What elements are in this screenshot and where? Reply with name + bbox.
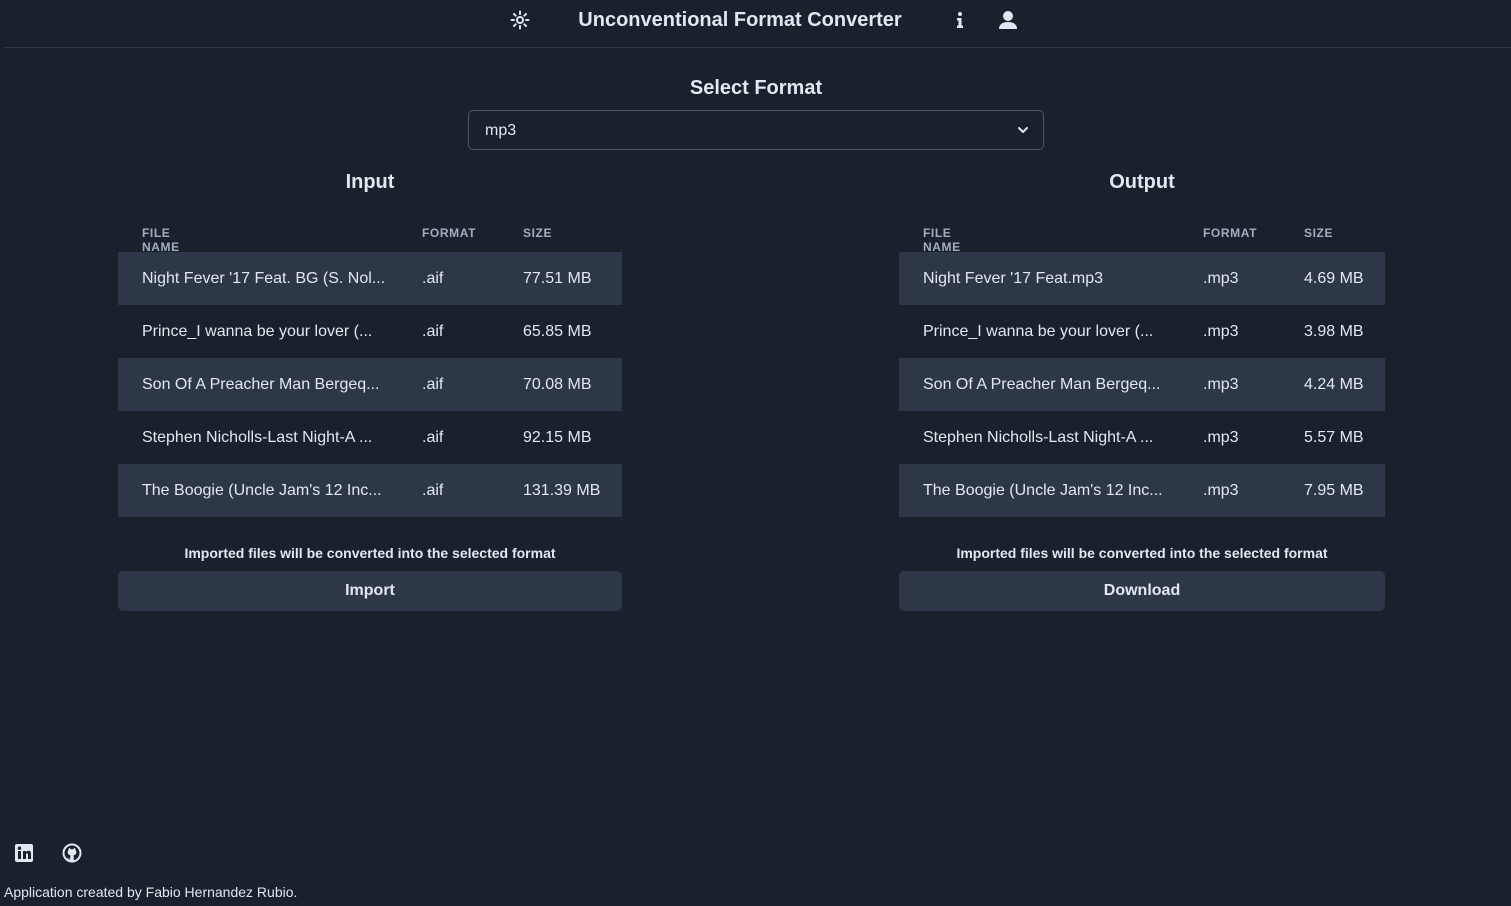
github-link[interactable] (62, 843, 82, 863)
file-size: 77.51 MB (523, 270, 592, 287)
file-name: Son Of A Preacher Man Bergeq... (923, 376, 1161, 393)
sun-icon (510, 10, 530, 30)
github-icon (62, 843, 82, 863)
table-row[interactable]: Night Fever '17 Feat. BG (S. Nol... .aif… (118, 252, 622, 305)
table-row[interactable]: The Boogie (Uncle Jam's 12 Inc... .aif 1… (118, 464, 622, 517)
file-size: 131.39 MB (523, 482, 601, 499)
credit-text: Application created by Fabio Hernandez R… (4, 884, 298, 900)
file-format: .mp3 (1203, 429, 1239, 446)
table-row[interactable]: Son Of A Preacher Man Bergeq... .aif 70.… (118, 358, 622, 411)
file-format: .aif (422, 323, 444, 340)
file-size: 3.98 MB (1304, 323, 1364, 340)
app-title: Unconventional Format Converter (578, 9, 902, 31)
table-row[interactable]: The Boogie (Uncle Jam's 12 Inc... .mp3 7… (899, 464, 1385, 517)
format-select[interactable]: mp3 (468, 110, 1044, 150)
table-row[interactable]: Prince_I wanna be your lover (... .mp3 3… (899, 305, 1385, 358)
file-name: Night Fever '17 Feat.mp3 (923, 270, 1104, 287)
file-name: Stephen Nicholls-Last Night-A ... (923, 429, 1154, 446)
chevron-down-icon (1018, 127, 1028, 133)
output-title: Output (1109, 171, 1175, 193)
download-button[interactable]: Download (899, 571, 1385, 611)
file-size: 7.95 MB (1304, 482, 1364, 499)
input-col-size: SIZE (523, 226, 553, 240)
theme-toggle-button[interactable] (510, 10, 530, 30)
output-col-file-name: FILE NAME (923, 226, 961, 254)
linkedin-icon (15, 844, 33, 862)
output-col-size: SIZE (1304, 226, 1334, 240)
file-size: 4.69 MB (1304, 270, 1364, 287)
app-header: Unconventional Format Converter (4, 0, 1511, 48)
file-size: 5.57 MB (1304, 429, 1364, 446)
info-icon (957, 12, 963, 28)
input-note: Imported files will be converted into th… (184, 545, 556, 561)
file-size: 65.85 MB (523, 323, 592, 340)
table-row[interactable]: Son Of A Preacher Man Bergeq... .mp3 4.2… (899, 358, 1385, 411)
file-format: .aif (422, 429, 444, 446)
linkedin-link[interactable] (14, 843, 34, 863)
file-size: 92.15 MB (523, 429, 592, 446)
format-select-value: mp3 (485, 122, 517, 139)
file-name: Prince_I wanna be your lover (... (923, 323, 1154, 340)
info-button[interactable] (950, 10, 970, 30)
user-icon (999, 11, 1017, 29)
select-format-label: Select Format (689, 77, 823, 99)
file-format: .mp3 (1203, 482, 1239, 499)
file-format: .aif (422, 376, 444, 393)
file-size: 4.24 MB (1304, 376, 1364, 393)
file-size: 70.08 MB (523, 376, 592, 393)
file-name: Night Fever '17 Feat. BG (S. Nol... (142, 270, 386, 287)
file-format: .aif (422, 270, 444, 287)
import-button[interactable]: Import (118, 571, 622, 611)
input-col-file-name: FILE NAME (142, 226, 180, 254)
table-row[interactable]: Prince_I wanna be your lover (... .aif 6… (118, 305, 622, 358)
file-format: .mp3 (1203, 270, 1239, 287)
file-format: .mp3 (1203, 323, 1239, 340)
file-name: Stephen Nicholls-Last Night-A ... (142, 429, 373, 446)
file-name: The Boogie (Uncle Jam's 12 Inc... (923, 482, 1163, 499)
file-name: Prince_I wanna be your lover (... (142, 323, 373, 340)
user-button[interactable] (997, 10, 1019, 30)
table-row[interactable]: Stephen Nicholls-Last Night-A ... .mp3 5… (899, 411, 1385, 464)
file-name: Son Of A Preacher Man Bergeq... (142, 376, 380, 393)
file-format: .aif (422, 482, 444, 499)
file-name: The Boogie (Uncle Jam's 12 Inc... (142, 482, 382, 499)
file-format: .mp3 (1203, 376, 1239, 393)
output-note: Imported files will be converted into th… (956, 545, 1328, 561)
input-col-format: FORMAT (422, 226, 477, 240)
table-row[interactable]: Night Fever '17 Feat.mp3 .mp3 4.69 MB (899, 252, 1385, 305)
input-title: Input (345, 171, 395, 193)
output-col-format: FORMAT (1203, 226, 1258, 240)
table-row[interactable]: Stephen Nicholls-Last Night-A ... .aif 9… (118, 411, 622, 464)
